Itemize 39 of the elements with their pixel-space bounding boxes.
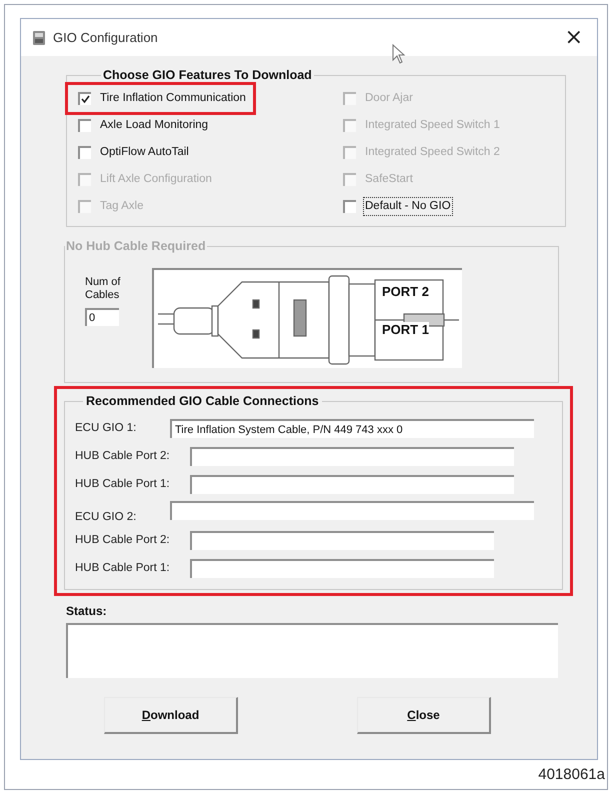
dialog-button[interactable]: Download — [104, 696, 238, 734]
figure-caption: 4018061a — [538, 765, 605, 785]
checkbox[interactable] — [343, 200, 356, 213]
port-label: PORT 2 — [382, 284, 429, 300]
checkbox-label: SafeStart — [364, 172, 414, 187]
status-label: Status: — [66, 602, 108, 620]
dialog-button[interactable]: Close — [357, 696, 491, 734]
checkbox-label: Tire Inflation Communication — [99, 90, 247, 106]
field-label: HUB Cable Port 1: — [75, 560, 171, 576]
window-title: GIO Configuration — [53, 28, 158, 47]
checkbox-label: Integrated Speed Switch 1 — [364, 118, 501, 133]
checkbox[interactable] — [78, 92, 91, 105]
field-label: ECU GIO 2: — [75, 510, 138, 526]
input-field[interactable] — [170, 500, 534, 520]
input-field[interactable] — [190, 475, 514, 494]
field-label: HUB Cable Port 2: — [75, 532, 171, 548]
checkbox[interactable] — [78, 118, 91, 132]
input-field[interactable] — [190, 447, 514, 466]
field-label: HUB Cable Port 2: — [75, 448, 171, 464]
group-title: Choose GIO Features To Download — [102, 67, 313, 84]
field-label: ECU GIO 1: — [75, 420, 138, 436]
checkbox-label: Axle Load Monitoring — [99, 118, 210, 133]
field-label: Num of Cables — [85, 276, 122, 302]
checkbox[interactable] — [78, 146, 91, 159]
input-field[interactable] — [190, 559, 494, 578]
checkbox-label: Integrated Speed Switch 2 — [364, 144, 501, 160]
app-icon — [31, 30, 47, 46]
input-field[interactable]: Tire Inflation System Cable, P/N 449 743 xxx 0 — [170, 419, 534, 438]
close-button[interactable]: × — [560, 26, 587, 48]
checkbox-label: Lift Axle Configuration — [99, 172, 213, 187]
group-title: No Hub Cable Required — [65, 238, 207, 255]
field-label: HUB Cable Port 1: — [75, 476, 171, 492]
input-field[interactable] — [190, 531, 494, 550]
checkbox-label: OptiFlow AutoTail — [99, 144, 190, 160]
group-title: Recommended GIO Cable Connections — [85, 392, 320, 410]
checkbox-label: Door Ajar — [364, 90, 414, 106]
port-label: PORT 1 — [382, 322, 429, 338]
checkbox-label: Tag Axle — [99, 198, 144, 214]
checkbox-label: Default - No GIO — [363, 196, 453, 216]
